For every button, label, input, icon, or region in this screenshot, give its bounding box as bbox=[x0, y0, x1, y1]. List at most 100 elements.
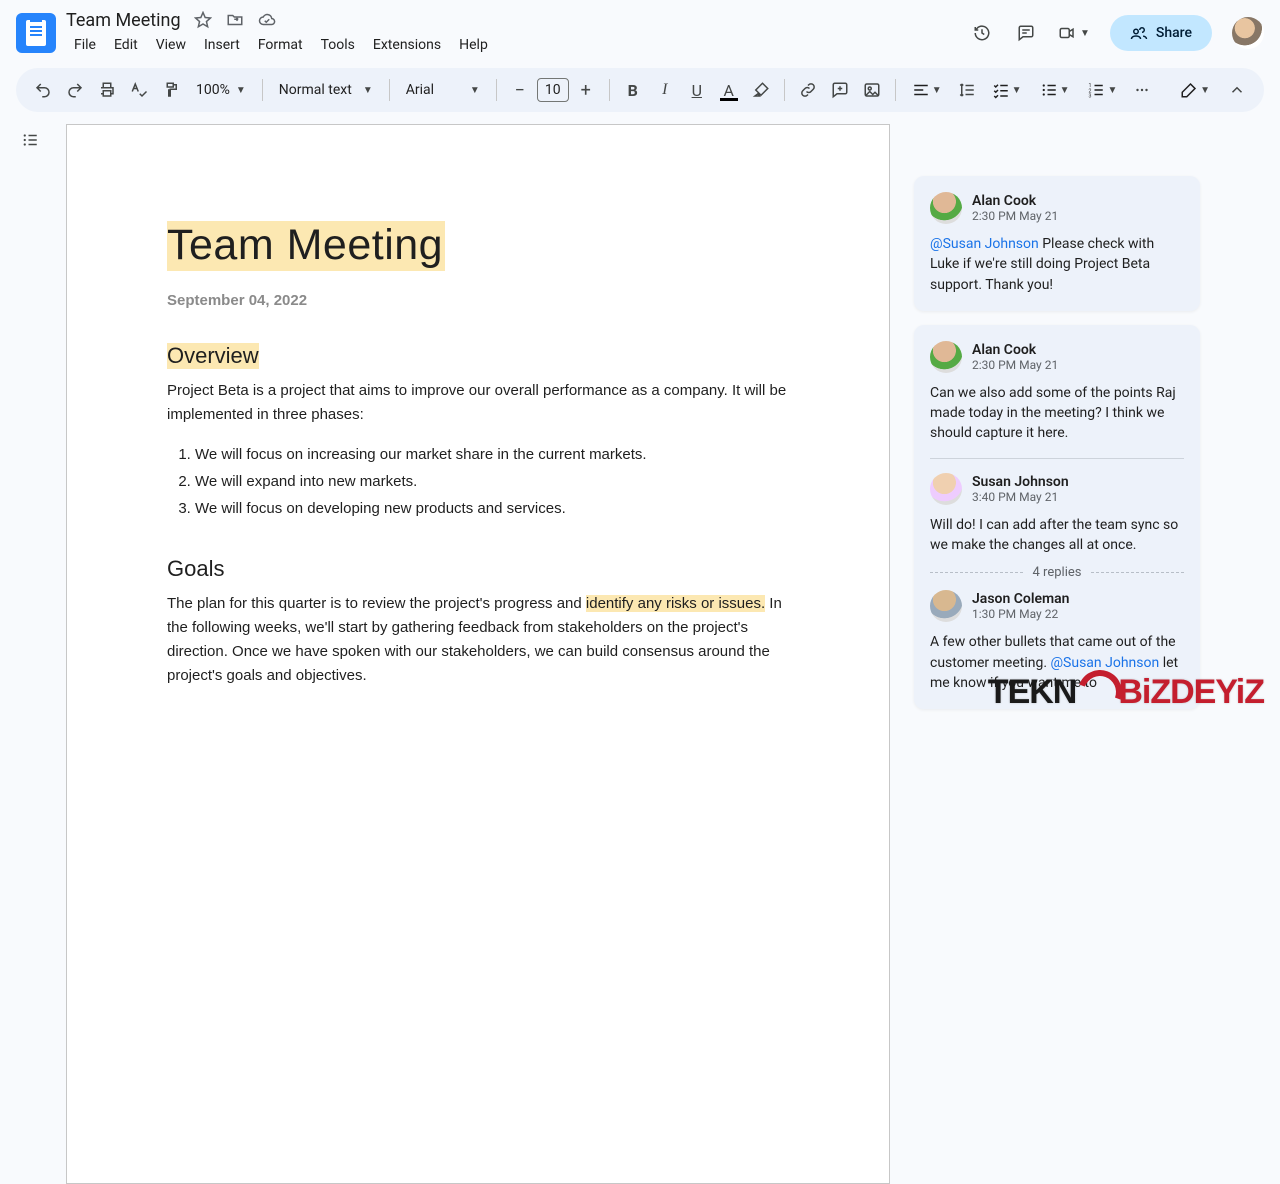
history-icon[interactable] bbox=[970, 21, 994, 45]
comments-icon[interactable] bbox=[1014, 21, 1038, 45]
bulleted-list-select[interactable]: ▼ bbox=[1032, 77, 1078, 103]
separator bbox=[389, 79, 390, 101]
star-icon[interactable] bbox=[193, 10, 213, 30]
comment-card[interactable]: Alan Cook 2:30 PM May 21 @Susan Johnson … bbox=[914, 176, 1200, 311]
font-size-input[interactable]: 10 bbox=[537, 78, 569, 102]
workspace: Team Meeting September 04, 2022 Overview… bbox=[0, 112, 1280, 720]
menu-format[interactable]: Format bbox=[250, 33, 311, 57]
comment-time: 1:30 PM May 22 bbox=[972, 607, 1070, 621]
checklist-select[interactable]: ▼ bbox=[984, 77, 1030, 103]
mention[interactable]: @Susan Johnson bbox=[1050, 655, 1159, 671]
replies-count[interactable]: 4 replies bbox=[930, 565, 1184, 580]
spellcheck-button[interactable] bbox=[124, 75, 154, 105]
separator bbox=[262, 79, 263, 101]
text-color-button[interactable]: A bbox=[714, 75, 744, 105]
chevron-down-icon: ▼ bbox=[1107, 85, 1117, 96]
comment-author: Alan Cook bbox=[972, 193, 1058, 209]
menu-view[interactable]: View bbox=[148, 33, 194, 57]
separator bbox=[895, 79, 896, 101]
zoom-value: 100% bbox=[196, 82, 230, 98]
toolbar: 100% ▼ Normal text ▼ Arial ▼ − 10 + B I U A… bbox=[16, 68, 1264, 112]
svg-text:3: 3 bbox=[1089, 94, 1092, 100]
title-bar: Team Meeting File Edit View Insert Forma… bbox=[0, 0, 1280, 60]
more-tools-button[interactable] bbox=[1127, 75, 1157, 105]
doc-heading-title: Team Meeting bbox=[167, 221, 445, 271]
increase-font-button[interactable]: + bbox=[571, 75, 601, 105]
insert-link-button[interactable] bbox=[793, 75, 823, 105]
menu-help[interactable]: Help bbox=[451, 33, 496, 57]
font-select[interactable]: Arial ▼ bbox=[398, 78, 488, 102]
account-avatar[interactable] bbox=[1232, 17, 1264, 49]
phases-list: We will focus on increasing our market s… bbox=[195, 441, 789, 522]
list-item: We will expand into new markets. bbox=[195, 468, 789, 495]
watermark-text: TEKN bbox=[988, 673, 1077, 712]
docs-app-icon[interactable] bbox=[16, 13, 56, 53]
document-title[interactable]: Team Meeting bbox=[66, 10, 181, 31]
comment-body: Will do! I can add after the team sync s… bbox=[930, 515, 1184, 556]
line-spacing-button[interactable] bbox=[952, 75, 982, 105]
redo-button[interactable] bbox=[60, 75, 90, 105]
show-outline-button[interactable] bbox=[16, 126, 44, 154]
collapse-toolbar-button[interactable] bbox=[1222, 75, 1252, 105]
heading-overview: Overview bbox=[167, 343, 259, 369]
menu-file[interactable]: File bbox=[66, 33, 104, 57]
chevron-down-icon: ▼ bbox=[363, 85, 373, 96]
decrease-font-button[interactable]: − bbox=[505, 75, 535, 105]
numbered-list-select[interactable]: 123▼ bbox=[1079, 77, 1125, 103]
move-icon[interactable] bbox=[225, 10, 245, 30]
comment-body: Can we also add some of the points Raj m… bbox=[930, 383, 1184, 444]
list-item: We will focus on developing new products… bbox=[195, 495, 789, 522]
separator bbox=[784, 79, 785, 101]
document-page[interactable]: Team Meeting September 04, 2022 Overview… bbox=[66, 124, 890, 1184]
editing-mode-select[interactable]: ▼ bbox=[1172, 77, 1218, 103]
bold-button[interactable]: B bbox=[618, 75, 648, 105]
avatar bbox=[930, 341, 962, 373]
menu-edit[interactable]: Edit bbox=[106, 33, 146, 57]
paragraph-style-value: Normal text bbox=[279, 82, 352, 98]
comment-time: 2:30 PM May 21 bbox=[972, 358, 1058, 372]
comments-column: Alan Cook 2:30 PM May 21 @Susan Johnson … bbox=[914, 124, 1200, 709]
menu-bar: File Edit View Insert Format Tools Exten… bbox=[66, 33, 496, 57]
comment-body: @Susan Johnson Please check with Luke if… bbox=[930, 234, 1184, 295]
underline-button[interactable]: U bbox=[682, 75, 712, 105]
doc-date: September 04, 2022 bbox=[167, 292, 789, 309]
avatar bbox=[930, 590, 962, 622]
paint-format-button[interactable] bbox=[156, 75, 186, 105]
chevron-down-icon: ▼ bbox=[932, 85, 942, 96]
menu-tools[interactable]: Tools bbox=[313, 33, 363, 57]
comment-author: Jason Coleman bbox=[972, 591, 1070, 607]
avatar bbox=[930, 192, 962, 224]
chevron-down-icon: ▼ bbox=[470, 85, 480, 96]
chevron-down-icon: ▼ bbox=[1012, 85, 1022, 96]
mention[interactable]: @Susan Johnson bbox=[930, 236, 1039, 252]
highlight-color-button[interactable] bbox=[746, 75, 776, 105]
avatar bbox=[930, 473, 962, 505]
separator bbox=[930, 458, 1184, 459]
undo-button[interactable] bbox=[28, 75, 58, 105]
separator bbox=[496, 79, 497, 101]
chevron-down-icon: ▼ bbox=[236, 85, 246, 96]
comment-card[interactable]: Alan Cook 2:30 PM May 21 Can we also add… bbox=[914, 325, 1200, 709]
zoom-select[interactable]: 100% ▼ bbox=[188, 78, 254, 102]
menu-insert[interactable]: Insert bbox=[196, 33, 248, 57]
paragraph-style-select[interactable]: Normal text ▼ bbox=[271, 78, 381, 102]
list-item: We will focus on increasing our market s… bbox=[195, 441, 789, 468]
share-label: Share bbox=[1156, 25, 1192, 41]
insert-image-button[interactable] bbox=[857, 75, 887, 105]
comment-author: Alan Cook bbox=[972, 342, 1058, 358]
print-button[interactable] bbox=[92, 75, 122, 105]
separator bbox=[609, 79, 610, 101]
chevron-down-icon: ▼ bbox=[1060, 85, 1070, 96]
italic-button[interactable]: I bbox=[650, 75, 680, 105]
menu-extensions[interactable]: Extensions bbox=[365, 33, 449, 57]
overview-paragraph: Project Beta is a project that aims to i… bbox=[167, 379, 789, 427]
goals-text-pre: The plan for this quarter is to review t… bbox=[167, 595, 586, 612]
goals-paragraph: The plan for this quarter is to review t… bbox=[167, 592, 789, 688]
meet-button[interactable]: ▼ bbox=[1058, 24, 1090, 42]
comment-time: 3:40 PM May 21 bbox=[972, 490, 1069, 504]
align-select[interactable]: ▼ bbox=[904, 77, 950, 103]
share-button[interactable]: Share bbox=[1110, 15, 1212, 51]
add-comment-button[interactable] bbox=[825, 75, 855, 105]
cloud-saved-icon[interactable] bbox=[257, 10, 277, 30]
font-value: Arial bbox=[406, 82, 434, 98]
